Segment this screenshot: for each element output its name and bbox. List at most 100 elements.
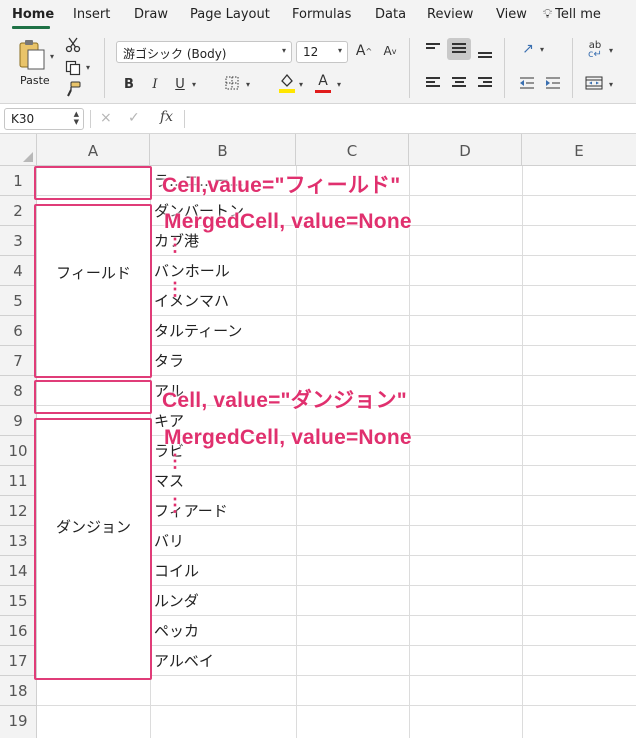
cell-b7[interactable]: タラ [154,352,184,370]
font-color-button[interactable]: A [314,72,332,94]
merge-chevron-icon[interactable]: ▾ [609,80,613,89]
decrease-indent-icon[interactable] [518,74,536,92]
bold-button[interactable]: B [120,74,138,94]
column-header-b[interactable]: B [150,134,296,166]
row-header[interactable]: 19 [0,706,37,738]
align-right-icon[interactable] [478,77,492,89]
font-size-select[interactable]: 12 ▾ [296,41,348,63]
enter-check-icon[interactable]: ✓ [128,110,140,126]
cell-b11[interactable]: マス [154,472,184,490]
ribbon-tab-bar: Home Insert Draw Page Layout Formulas Da… [0,0,636,32]
cell-b17[interactable]: アルベイ [154,652,214,670]
row-header[interactable]: 2 [0,196,37,226]
cancel-icon[interactable]: × [100,110,112,126]
cell-b14[interactable]: コイル [154,562,199,580]
annotation-box-a2-a7 [34,204,152,378]
row-header[interactable]: 15 [0,586,37,616]
row-header[interactable]: 16 [0,616,37,646]
decrease-font-size-icon[interactable]: Av [380,41,400,61]
borders-chevron-icon[interactable]: ▾ [246,80,250,89]
wrap-text-chevron-icon[interactable]: ▾ [609,46,613,55]
row-header[interactable]: 18 [0,676,37,706]
grid-line [409,166,410,738]
formula-input[interactable] [190,109,630,129]
borders-icon[interactable] [224,75,240,91]
name-box[interactable]: K30 ▲ ▼ [4,108,84,130]
row-header[interactable]: 3 [0,226,37,256]
cell-b16[interactable]: ペッカ [154,622,199,640]
merge-center-icon[interactable] [584,74,604,92]
tell-me[interactable]: 💡︎ Tell me [543,7,601,22]
tab-page-layout[interactable]: Page Layout [190,7,270,22]
cut-scissors-icon[interactable] [64,36,82,54]
font-color-chevron-icon[interactable]: ▾ [337,80,341,89]
row-header[interactable]: 13 [0,526,37,556]
grid-line [522,166,523,738]
orientation-icon[interactable]: ↗ [518,40,538,58]
copy-icon[interactable] [64,59,82,77]
row-header[interactable]: 9 [0,406,37,436]
row-header[interactable]: 4 [0,256,37,286]
orientation-chevron-icon[interactable]: ▾ [540,45,544,54]
grid-line [296,166,297,738]
select-all-corner[interactable] [0,134,37,166]
name-box-spinner-icon[interactable]: ▲ ▼ [74,110,79,126]
tab-insert[interactable]: Insert [73,7,110,22]
column-header-d[interactable]: D [409,134,522,166]
paste-button[interactable] [16,38,48,72]
row-header[interactable]: 1 [0,166,37,196]
ribbon-separator [104,38,105,98]
select-all-triangle-icon [23,152,33,162]
row-header[interactable]: 11 [0,466,37,496]
insert-function-icon[interactable]: fx [160,109,173,125]
font-name-chevron-icon: ▾ [281,46,286,55]
formula-bar-separator [184,110,185,128]
cell-b15[interactable]: ルンダ [154,592,199,610]
tab-view[interactable]: View [496,7,527,22]
align-center-icon[interactable] [452,77,466,89]
row-header[interactable]: 6 [0,316,37,346]
underline-chevron-icon[interactable]: ▾ [192,80,196,89]
align-top-icon[interactable] [426,43,440,55]
column-header-c[interactable]: C [296,134,409,166]
annotation-box-a9-a17 [34,418,152,680]
row-header[interactable]: 7 [0,346,37,376]
annotation-merged-cell-1: MergedCell, value=None [164,210,412,233]
tab-review[interactable]: Review [427,7,473,22]
tab-draw[interactable]: Draw [134,7,168,22]
wrap-text-icon[interactable]: ab c↵ [584,40,606,60]
underline-button[interactable]: U [171,74,189,94]
tab-home[interactable]: Home [12,7,54,22]
row-header[interactable]: 12 [0,496,37,526]
align-bottom-icon[interactable] [478,48,492,60]
cell-b6[interactable]: タルティーン [154,322,242,340]
clipboard-icon [19,40,45,70]
grid-line [37,705,636,706]
increase-font-size-icon[interactable]: A ^ [354,41,374,61]
tab-formulas[interactable]: Formulas [292,7,351,22]
font-name-select[interactable]: 游ゴシック (Body) ▾ [116,41,292,63]
column-header-a[interactable]: A [37,134,150,166]
lightbulb-icon: 💡︎ [543,7,553,22]
paste-dropdown-chevron-icon[interactable]: ▾ [50,52,54,61]
align-left-icon[interactable] [426,77,440,89]
row-header[interactable]: 14 [0,556,37,586]
row-header[interactable]: 8 [0,376,37,406]
fill-color-bucket-icon[interactable] [278,72,296,94]
cell-b4[interactable]: バンホール [154,262,230,280]
row-header[interactable]: 10 [0,436,37,466]
annotation-ellipsis: ⋮ [166,279,184,299]
italic-button[interactable]: I [146,74,164,94]
annotation-cell-field: Cell,value="フィールド" [162,174,401,197]
increase-indent-icon[interactable] [544,74,562,92]
spreadsheet-grid[interactable]: A B C D E 1 2 3 4 5 6 7 8 9 10 11 12 13 … [0,134,636,738]
tab-data[interactable]: Data [375,7,406,22]
row-header[interactable]: 5 [0,286,37,316]
align-middle-button[interactable] [447,38,471,60]
column-header-e[interactable]: E [522,134,636,166]
format-painter-icon[interactable] [64,80,82,98]
row-header[interactable]: 17 [0,646,37,676]
cell-b13[interactable]: バリ [154,532,184,550]
fill-color-chevron-icon[interactable]: ▾ [299,80,303,89]
copy-dropdown-chevron-icon[interactable]: ▾ [86,63,90,72]
